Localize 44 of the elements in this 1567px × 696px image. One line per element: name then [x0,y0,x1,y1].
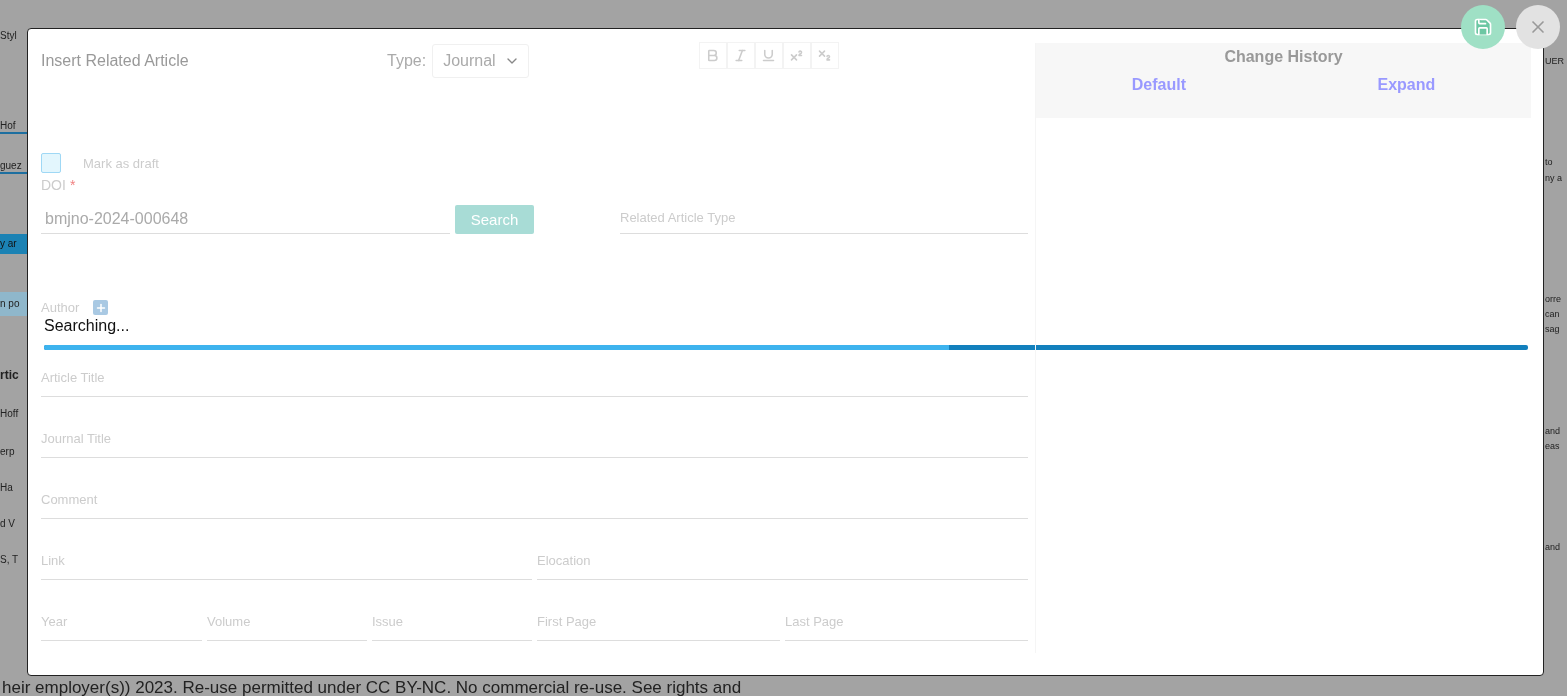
background-text: ny a [1545,172,1563,184]
background-text: Styl [0,30,18,42]
background-text: can [1545,309,1561,321]
background-text: eas [1545,440,1561,452]
italic-button[interactable] [726,42,755,69]
background-text: Ha [0,482,14,495]
close-button[interactable] [1516,5,1560,49]
doi-field[interactable]: bmjno-2024-000648 [41,206,450,234]
add-author-button[interactable] [93,300,109,315]
bold-button[interactable] [698,42,727,69]
history-link[interactable]: Default [1131,76,1186,94]
type-select[interactable]: Journal [432,44,529,78]
background-text: y ar [0,234,27,254]
history-title: Change History [1224,48,1343,66]
search-button[interactable]: Search [455,205,534,234]
background-text: n po [0,292,27,316]
bold-icon [705,48,721,63]
background-text: Hoff [0,408,20,421]
underline-icon [761,48,777,63]
background-text: and [1545,425,1562,437]
subscript-icon [817,48,833,63]
save-button[interactable] [1461,5,1505,49]
plus-icon [94,301,107,314]
background-text: and [1545,542,1562,554]
italic-icon [733,48,749,63]
dialog-title: Insert Related Article [41,52,190,70]
save-icon [1473,17,1493,37]
history-link[interactable]: Expand [1377,76,1436,94]
background-text: orre [1545,293,1562,305]
background-text: to [1545,157,1554,169]
draft-checkbox[interactable] [41,153,61,173]
background-text: rtic [0,368,20,383]
background-text: d V [0,518,16,531]
background-text: erp [0,446,16,459]
underline-button[interactable] [754,42,783,69]
background-text: sag [1545,324,1561,336]
status-text: Searching... [44,317,130,335]
background-text: heir employer(s)) 2023. Re-use permitted under CC BY-NC. No commercial re-use. See rights and [2,677,742,696]
superscript-icon [789,48,805,63]
background-text: UER [1545,56,1565,68]
subscript-button[interactable] [810,42,839,69]
background-text: S, T [0,554,20,567]
type-label: Type: [387,52,427,70]
superscript-button[interactable] [782,42,811,69]
